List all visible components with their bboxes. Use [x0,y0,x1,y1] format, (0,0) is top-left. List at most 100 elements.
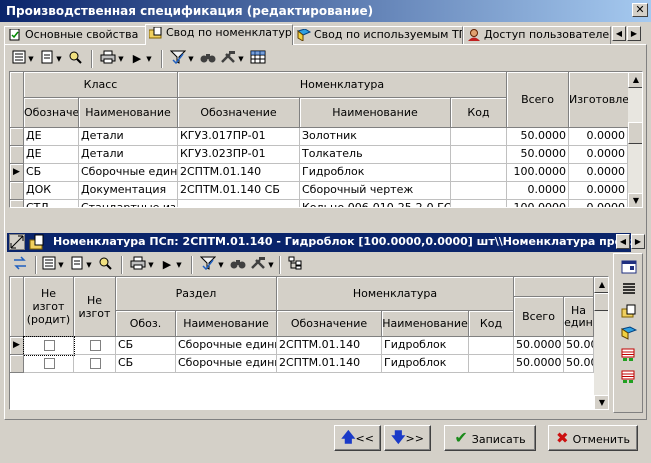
run-button[interactable]: ▶ [129,50,145,68]
sub-print-dropdown[interactable]: ▼ [147,256,155,274]
document-button[interactable] [39,50,55,68]
grid-cell-kod[interactable] [451,182,507,200]
sub-tools-dropdown[interactable]: ▼ [267,256,275,274]
col-header-sub-total[interactable]: Всего [514,297,564,337]
tab-scroll-right-button[interactable]: ▶ [627,26,641,41]
document-dropdown[interactable]: ▼ [55,50,63,68]
grid-cell-made[interactable]: 0.0000 [569,128,628,146]
sub-find-button[interactable] [229,256,247,274]
col-header-total[interactable]: Всего [507,72,569,128]
sub-filter-dropdown[interactable]: ▼ [217,256,225,274]
grid-cell-nom-code[interactable]: 2СПТМ.01.140 [178,164,300,182]
grid-cell-nom-name[interactable]: Сборочный чертеж [300,182,451,200]
col-header-made[interactable]: Изготовлено [569,72,629,128]
row-indicator[interactable] [10,146,24,164]
col-header-not-made[interactable]: Не изгот [74,277,116,337]
row-indicator[interactable]: ▶ [10,337,24,355]
book-icon[interactable] [621,326,637,340]
grid-cell-class-name[interactable]: Документация [79,182,178,200]
sub-grid-vscrollbar[interactable]: ▲ ▼ [594,277,608,409]
grid-cell-sec-name[interactable]: Сборочные единицы [176,355,277,373]
grid-cell-class-name[interactable]: Детали [79,128,178,146]
tools-dropdown[interactable]: ▼ [237,50,245,68]
grid-cell-total[interactable]: 50.0000 [514,337,564,355]
grid-cell-nom-name[interactable]: Золотник [300,128,451,146]
nomenclature-summary-grid[interactable]: Класс Номенклатура Обозначение Наименова… [9,71,643,208]
grid-cell-total[interactable]: 50.0000 [514,355,564,373]
grid-cell-class-code[interactable]: СТД [24,200,79,207]
grid-cell-class-name[interactable]: Детали [79,146,178,164]
scroll-down-button[interactable]: ▼ [628,193,642,207]
top-grid-vscrollbar[interactable]: ▲ ▼ [628,72,642,207]
grid-cell-class-name[interactable]: Стандартные изделия [79,200,178,207]
grid-cell-kod[interactable] [469,355,514,373]
grid-cell-class-code[interactable]: ДОК [24,182,79,200]
sub-document-dropdown[interactable]: ▼ [85,256,93,274]
scroll-thumb[interactable] [594,293,608,311]
col-header-not-made-parent[interactable]: Не изгот (родит) [24,277,74,337]
tab-user-access[interactable]: Доступ пользователей [463,26,611,44]
grid-cell-kod[interactable] [469,337,514,355]
prev-record-button[interactable]: 🡅<< [334,425,381,451]
tab-scroll-left-button[interactable]: ◀ [612,26,626,41]
tools-button[interactable] [219,50,237,68]
window-icon[interactable] [621,260,637,274]
grid-cell-nom-name[interactable]: Гидроблок [382,355,469,373]
grid-cell-units[interactable]: 50.0000 [564,337,594,355]
next-record-button[interactable]: 🡇>> [384,425,431,451]
row-indicator[interactable]: ▶ [10,164,24,182]
grid-cell-sec-code[interactable]: СБ [116,337,176,355]
sub-nomenclature-grid[interactable]: Не изгот (родит) Не изгот Раздел Номенкл… [9,276,609,410]
search-document-button[interactable] [67,50,83,68]
row-indicator[interactable] [10,128,24,146]
checkbox[interactable] [43,340,55,351]
tree-button[interactable] [287,256,305,274]
grid-cell-kod[interactable] [451,128,507,146]
save-button[interactable]: ✔ Записать [444,425,536,451]
grid-cell-nom-name[interactable]: Толкатель [300,146,451,164]
grid-cell-nom-code[interactable]: КГУ3.017ПР-01 [178,128,300,146]
sub-tools-button[interactable] [249,256,267,274]
grid-cell-nom-code[interactable]: 2СПТМ.01.140 СБ [178,182,300,200]
scroll-down-button[interactable]: ▼ [594,395,608,409]
grid-cell-sec-name[interactable]: Сборочные единицы [176,337,277,355]
tab-main-properties[interactable]: Основные свойства [4,26,146,44]
grid-cell-nom-name[interactable]: Кольцо 006-010-25-2-0 ГОСТ [300,200,451,207]
col-header-sub-nom-code[interactable]: Обозначение [277,311,382,337]
folder-document-icon[interactable] [621,304,637,318]
table-button[interactable] [249,50,267,68]
col-header-sub-kod[interactable]: Код [469,311,514,337]
run-dropdown[interactable]: ▼ [145,50,153,68]
col-header-class-code[interactable]: Обозначение [24,98,79,128]
grid-cell-made[interactable]: 0.0000 [569,200,628,207]
grid-cell-kod[interactable] [451,164,507,182]
find-button[interactable] [199,50,217,68]
grid-cell-made[interactable]: 0.0000 [569,164,628,182]
col-header-nom-code[interactable]: Обозначение [178,98,300,128]
grid-cell-made[interactable]: 0.0000 [569,182,628,200]
sub-print-button[interactable] [129,256,147,274]
grid-cell-class-code[interactable]: ДЕ [24,128,79,146]
grid-cell-nom-name[interactable]: Гидроблок [382,337,469,355]
grid-cell-total[interactable]: 0.0000 [507,182,569,200]
properties-button[interactable] [11,50,27,68]
swap-button[interactable] [11,256,29,274]
checkbox[interactable] [89,340,101,351]
table-red-icon[interactable] [621,348,637,362]
col-header-sub-nom-name[interactable]: Наименование [382,311,469,337]
scroll-up-button[interactable]: ▲ [594,277,608,293]
sub-scroll-right-button[interactable]: ▶ [631,234,645,249]
filter-button[interactable] [169,50,187,68]
filter-dropdown[interactable]: ▼ [187,50,195,68]
col-header-class-name[interactable]: Наименование [79,98,178,128]
print-dropdown[interactable]: ▼ [117,50,125,68]
grid-cell-nom-name[interactable]: Гидроблок [300,164,451,182]
checkbox[interactable] [89,358,101,369]
grid-cell-total[interactable]: 50.0000 [507,128,569,146]
grid-cell-made[interactable]: 0.0000 [569,146,628,164]
grid-cell-nom-code[interactable]: КГУ3.023ПР-01 [178,146,300,164]
close-button[interactable]: ✕ [632,3,648,17]
checkbox[interactable] [43,358,55,369]
grid-cell-sec-code[interactable]: СБ [116,355,176,373]
grid-cell-class-code[interactable]: СБ [24,164,79,182]
